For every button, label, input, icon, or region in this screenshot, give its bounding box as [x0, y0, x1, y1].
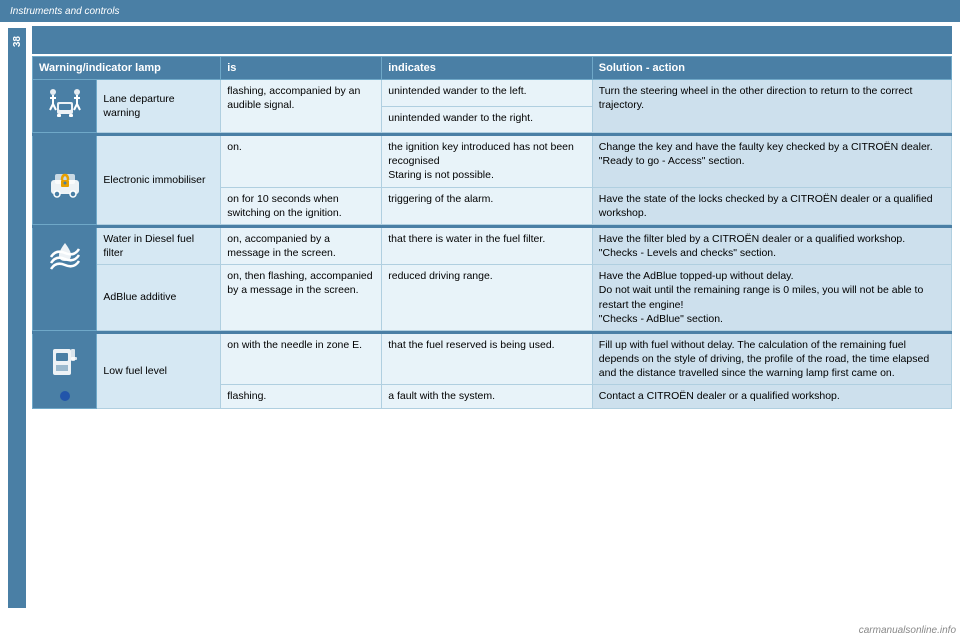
- solution-adblue: Have the AdBlue topped-up without delay.…: [592, 265, 951, 331]
- table-row: AdBlue additive on, then flashing, accom…: [33, 265, 952, 331]
- icon-cell-water-adblue: [33, 227, 97, 330]
- icon-cell-fuel: [33, 333, 97, 408]
- indicates-lane-right: unintended wander to the right.: [382, 106, 593, 133]
- col-header-solution: Solution - action: [592, 57, 951, 80]
- is-lane: flashing, accompanied by an audible sign…: [221, 80, 382, 133]
- solution-fuel-flashing: Contact a CITROËN dealer or a qualified …: [592, 385, 951, 408]
- warning-table: Warning/indicator lamp is indicates Solu…: [32, 56, 952, 409]
- section-header: [32, 26, 952, 54]
- table-row: Low fuel level on with the needle in zon…: [33, 333, 952, 385]
- indicates-water: that there is water in the fuel filter.: [382, 227, 593, 264]
- water-adblue-icon: [39, 239, 90, 319]
- header-title: Instruments and controls: [10, 6, 120, 17]
- icon-cell-immobiliser: [33, 136, 97, 225]
- lane-departure-icon: [39, 84, 90, 128]
- indicates-immobiliser-10s: triggering of the alarm.: [382, 187, 593, 224]
- watermark: carmanualsonline.info: [859, 625, 956, 636]
- is-fuel-flashing: flashing.: [221, 385, 382, 408]
- indicates-fuel-flashing: a fault with the system.: [382, 385, 593, 408]
- solution-immobiliser-10s: Have the state of the locks checked by a…: [592, 187, 951, 224]
- indicates-immobiliser-on: the ignition key introduced has not been…: [382, 136, 593, 188]
- fuel-warning-dot: [60, 391, 70, 401]
- is-immobiliser-on: on.: [221, 136, 382, 188]
- page-number: 38: [12, 36, 23, 47]
- indicates-fuel-needle: that the fuel reserved is being used.: [382, 333, 593, 385]
- solution-water: Have the filter bled by a CITROËN dealer…: [592, 227, 951, 264]
- lamp-name-water: Water in Diesel fuel filter: [97, 227, 221, 264]
- col-header-is: is: [221, 57, 382, 80]
- col-header-indicates: indicates: [382, 57, 593, 80]
- fuel-icon: [39, 339, 90, 389]
- solution-fuel-needle: Fill up with fuel without delay. The cal…: [592, 333, 951, 385]
- indicates-lane-left: unintended wander to the left.: [382, 80, 593, 107]
- lamp-name-fuel: Low fuel level: [97, 333, 221, 408]
- col-header-lamp: Warning/indicator lamp: [33, 57, 221, 80]
- lamp-name-adblue: AdBlue additive: [97, 265, 221, 331]
- solution-lane: Turn the steering wheel in the other dir…: [592, 80, 951, 133]
- indicates-adblue: reduced driving range.: [382, 265, 593, 331]
- table-row: Water in Diesel fuel filter on, accompan…: [33, 227, 952, 264]
- page-number-sidebar: 38: [8, 28, 26, 608]
- is-adblue: on, then flashing, accompanied by a mess…: [221, 265, 382, 331]
- is-immobiliser-10s: on for 10 seconds when switching on the …: [221, 187, 382, 224]
- solution-immobiliser-on: Change the key and have the faulty key c…: [592, 136, 951, 188]
- lamp-name-immobiliser: Electronic immobiliser: [97, 136, 221, 225]
- is-water: on, accompanied by a message in the scre…: [221, 227, 382, 264]
- table-header-row: Warning/indicator lamp is indicates Solu…: [33, 57, 952, 80]
- immobiliser-icon: [39, 158, 90, 202]
- icon-cell-lane: [33, 80, 97, 133]
- lamp-name-lane: Lane departure warning: [97, 80, 221, 133]
- table-row: Lane departure warning flashing, accompa…: [33, 80, 952, 107]
- page-header: Instruments and controls: [0, 0, 960, 22]
- table-row: Electronic immobiliser on. the ignition …: [33, 136, 952, 188]
- is-fuel-needle: on with the needle in zone E.: [221, 333, 382, 385]
- main-content: Warning/indicator lamp is indicates Solu…: [28, 26, 960, 409]
